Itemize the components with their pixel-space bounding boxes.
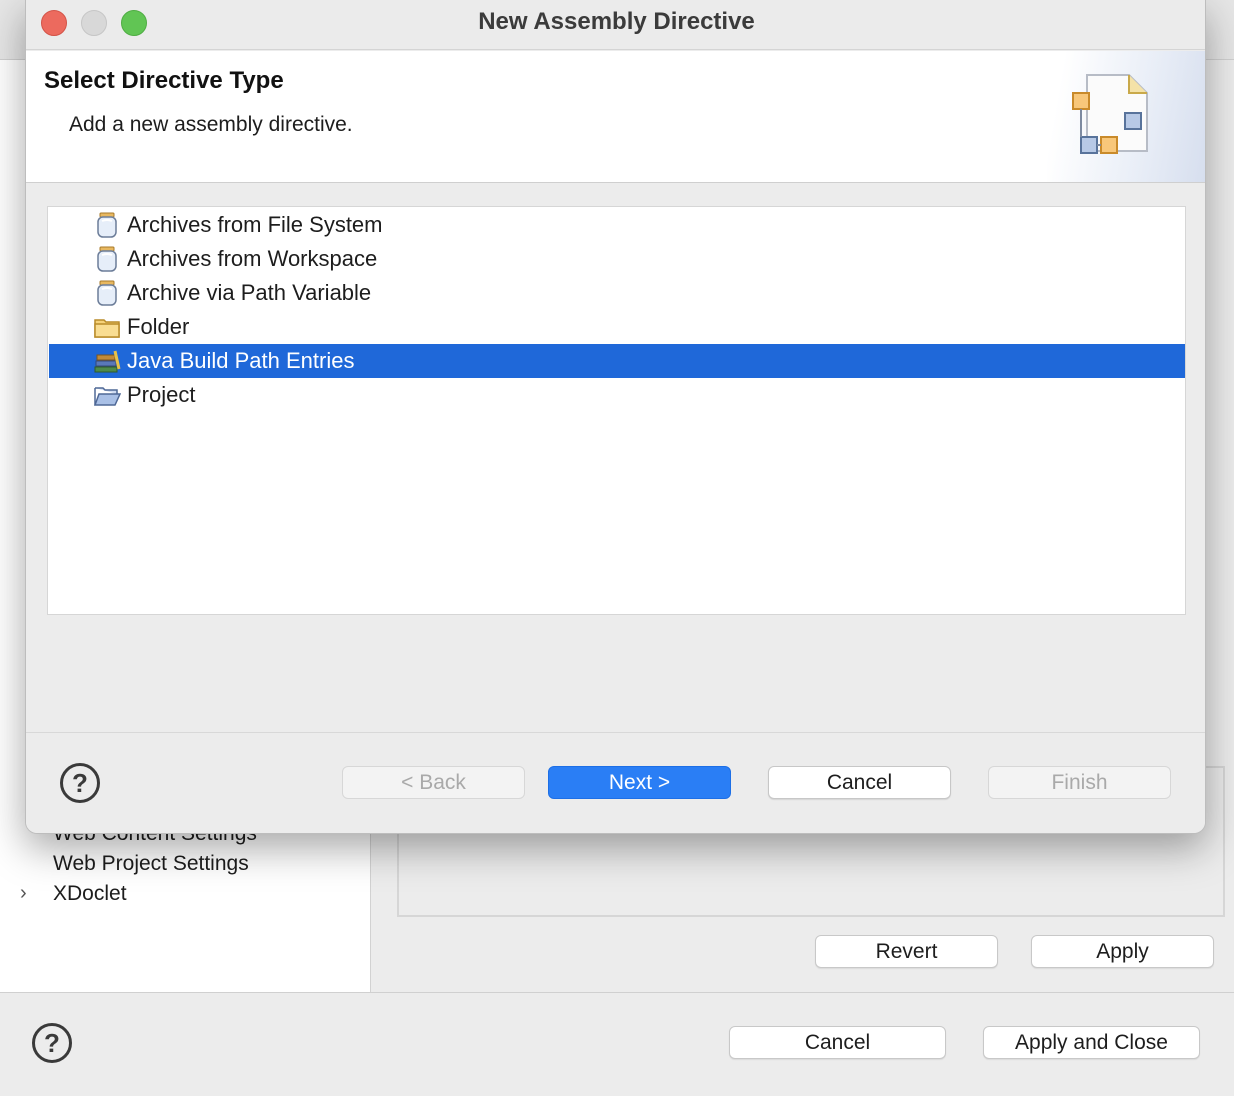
apply-button[interactable]: Apply [1031,935,1214,968]
close-window-icon[interactable] [41,10,67,36]
jar-icon [97,280,117,306]
wizard-banner [1047,51,1205,182]
tree-item-xdoclet[interactable]: XDoclet [53,882,127,906]
dialog-help-icon[interactable]: ? [60,763,100,803]
expand-chevron-icon[interactable]: › [20,882,27,905]
minimize-window-icon[interactable] [81,10,107,36]
list-item-label: Java Build Path Entries [127,348,355,373]
page-description: Add a new assembly directive. [69,113,353,136]
tree-item-web-project-settings[interactable]: Web Project Settings [53,852,249,876]
preferences-bottom-bar: ? Cancel Apply and Close [0,992,1234,1096]
jar-icon [97,246,117,272]
finish-button[interactable]: Finish [988,766,1171,799]
back-button[interactable]: < Back [342,766,525,799]
directive-type-list[interactable]: Archives from File System Archives from … [47,206,1186,615]
assembly-directive-banner-icon [1072,74,1148,154]
list-item-archives-file-system[interactable]: Archives from File System [49,208,1185,242]
jar-icon [97,212,117,238]
list-item-label: Project [127,382,196,407]
maximize-window-icon[interactable] [121,10,147,36]
cancel-button[interactable]: Cancel [768,766,951,799]
list-item-label: Archives from Workspace [127,246,378,271]
list-item-java-build-path-entries[interactable]: Java Build Path Entries [49,344,1185,378]
list-item-label: Archive via Path Variable [127,280,372,305]
dialog-button-bar: ? < Back Next > Cancel Finish [26,732,1205,833]
preferences-cancel-button[interactable]: Cancel [729,1026,946,1059]
list-item-label: Archives from File System [127,212,383,237]
list-item-archive-path-variable[interactable]: Archive via Path Variable [49,276,1185,310]
dialog-title: New Assembly Directive [478,8,755,35]
library-icon [94,350,121,373]
open-folder-icon [93,387,121,406]
list-item-project[interactable]: Project [49,378,1185,412]
new-assembly-directive-dialog: New Assembly Directive Select Directive … [25,0,1206,834]
revert-button[interactable]: Revert [815,935,998,968]
dialog-titlebar: New Assembly Directive [26,0,1205,50]
list-item-archives-workspace[interactable]: Archives from Workspace [49,242,1185,276]
next-button[interactable]: Next > [548,766,731,799]
list-item-folder[interactable]: Folder [49,310,1185,344]
list-item-label: Folder [127,314,190,339]
dialog-header: Select Directive Type Add a new assembly… [26,51,1205,183]
help-icon[interactable]: ? [32,1023,72,1063]
apply-and-close-button[interactable]: Apply and Close [983,1026,1200,1059]
folder-icon [94,319,120,338]
page-title: Select Directive Type [44,67,284,94]
